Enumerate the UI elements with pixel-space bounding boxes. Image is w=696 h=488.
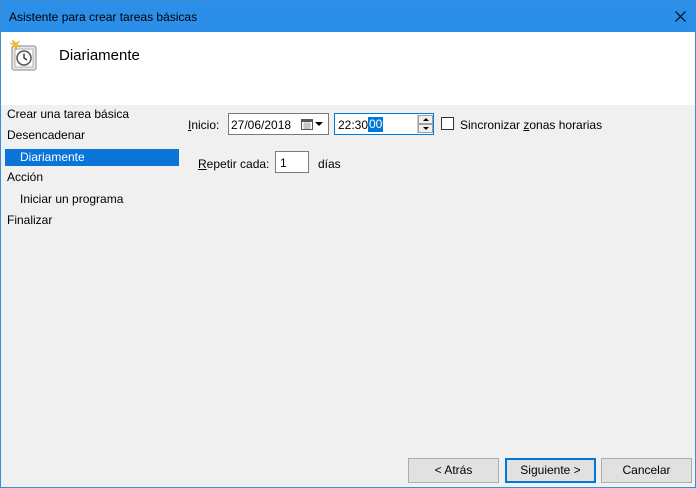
- sync-timezones-label[interactable]: Sincronizar zonas horarias: [460, 118, 602, 132]
- wizard-header: Diariamente: [1, 32, 695, 105]
- start-time-value: 22:30:: [338, 118, 372, 132]
- repeat-unit: días: [318, 157, 341, 171]
- spin-down-button[interactable]: [418, 124, 433, 133]
- start-date-value: 27/06/2018: [231, 118, 292, 132]
- cancel-button[interactable]: Cancelar: [601, 458, 692, 483]
- wizard-window: Asistente para crear tareas básicas Diar…: [0, 0, 696, 488]
- start-label: Inicio:: [188, 118, 219, 132]
- spin-up-button[interactable]: [418, 115, 433, 124]
- chevron-down-icon[interactable]: [315, 122, 323, 126]
- task-clock-icon: [9, 39, 37, 71]
- calendar-icon[interactable]: [301, 118, 313, 130]
- step-diariamente[interactable]: Diariamente: [5, 149, 179, 166]
- title-bar[interactable]: Asistente para crear tareas básicas: [1, 1, 695, 32]
- page-title: Diariamente: [59, 47, 140, 64]
- time-spinner[interactable]: [417, 115, 433, 133]
- close-icon: [674, 11, 686, 22]
- repeat-label: Repetir cada:: [198, 157, 269, 171]
- next-button[interactable]: Siguiente >: [505, 458, 596, 483]
- wizard-steps: Crear una tarea básica Desencadenar Diar…: [1, 105, 181, 227]
- step-iniciar-programa[interactable]: Iniciar un programa: [20, 191, 123, 208]
- back-button[interactable]: < Atrás: [408, 458, 499, 483]
- step-crear-tarea[interactable]: Crear una tarea básica: [7, 106, 129, 123]
- close-button[interactable]: [665, 1, 695, 32]
- repeat-every-input[interactable]: 1: [275, 151, 309, 173]
- step-finalizar[interactable]: Finalizar: [7, 212, 52, 229]
- step-accion[interactable]: Acción: [7, 169, 43, 186]
- sync-label-b: onas horarias: [529, 118, 603, 132]
- repeat-label-rest: epetir cada:: [206, 157, 270, 171]
- start-time-selected: 00: [368, 117, 384, 132]
- step-desencadenar[interactable]: Desencadenar: [7, 127, 85, 144]
- start-date-picker[interactable]: 27/06/2018: [228, 113, 329, 135]
- start-label-rest: nicio:: [191, 118, 220, 132]
- window-title: Asistente para crear tareas básicas: [9, 10, 198, 24]
- start-time-field[interactable]: 22:30: 00: [334, 113, 434, 135]
- sync-timezones-checkbox[interactable]: [441, 117, 454, 130]
- repeat-label-accel: R: [198, 157, 207, 171]
- sync-label-a: Sincronizar: [460, 118, 524, 132]
- repeat-every-value: 1: [280, 156, 287, 170]
